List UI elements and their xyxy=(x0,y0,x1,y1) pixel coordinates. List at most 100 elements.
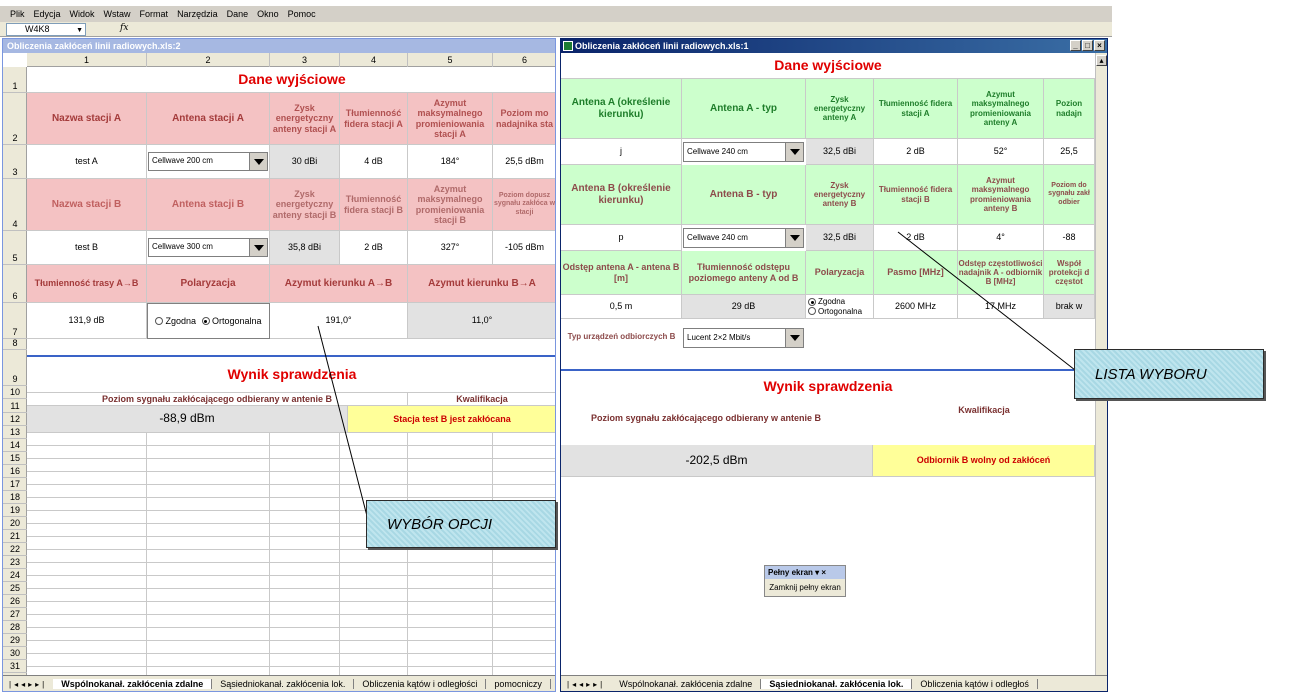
empty-cell[interactable] xyxy=(147,446,270,459)
empty-cell[interactable] xyxy=(408,550,493,563)
station-a-name[interactable]: test A xyxy=(27,145,147,179)
empty-cell[interactable] xyxy=(27,563,147,576)
empty-cell[interactable] xyxy=(147,537,270,550)
empty-cell[interactable] xyxy=(408,563,493,576)
sheet-tab[interactable]: Obliczenia kątów i odległoś xyxy=(912,679,1038,689)
empty-cell[interactable] xyxy=(493,563,555,576)
empty-cell[interactable] xyxy=(340,485,408,498)
empty-cell[interactable] xyxy=(408,667,493,675)
empty-cell[interactable] xyxy=(408,446,493,459)
column-header[interactable]: 5 xyxy=(408,53,493,67)
chevron-down-icon[interactable] xyxy=(785,229,803,247)
empty-cell[interactable] xyxy=(27,589,147,602)
sheet-tab[interactable]: Wspólnokanał. zakłócenia zdalne xyxy=(611,679,762,689)
row-header[interactable]: 4 xyxy=(3,179,27,231)
empty-cell[interactable] xyxy=(340,576,408,589)
left-window-title[interactable]: Obliczenia zakłóceń linii radiowych.xls:… xyxy=(3,39,555,53)
radio-zgodna[interactable] xyxy=(155,317,164,325)
scroll-up-icon[interactable]: ▴ xyxy=(1096,55,1107,66)
row-header[interactable]: 9 xyxy=(3,350,27,386)
radio-ortogonalna[interactable] xyxy=(808,307,816,316)
row-header[interactable]: 7 xyxy=(3,303,27,339)
empty-cell[interactable] xyxy=(27,498,147,511)
row-header[interactable]: 18 xyxy=(3,491,27,504)
empty-cell[interactable] xyxy=(270,472,340,485)
right-window-title[interactable]: Obliczenia zakłóceń linii radiowych.xls:… xyxy=(561,39,1107,53)
antenna-b-type-select[interactable]: Cellwave 240 cm xyxy=(683,228,804,248)
empty-cell[interactable] xyxy=(493,628,555,641)
empty-cell[interactable] xyxy=(147,472,270,485)
distance[interactable]: 0,5 m xyxy=(561,295,682,319)
empty-cell[interactable] xyxy=(27,615,147,628)
sheet-tab[interactable]: pomocniczy xyxy=(486,679,551,689)
empty-cell[interactable] xyxy=(147,459,270,472)
empty-cell[interactable] xyxy=(27,524,147,537)
empty-cell[interactable] xyxy=(408,628,493,641)
empty-cell[interactable] xyxy=(27,511,147,524)
tab-nav-arrows[interactable]: |◂◂▸▸| xyxy=(561,680,611,689)
tab-nav-arrows[interactable]: |◂◂▸▸| xyxy=(3,680,53,689)
empty-cell[interactable] xyxy=(340,628,408,641)
empty-cell[interactable] xyxy=(270,667,340,675)
row-header[interactable]: 19 xyxy=(3,504,27,517)
empty-cell[interactable] xyxy=(340,654,408,667)
empty-cell[interactable] xyxy=(340,550,408,563)
menu-item-1[interactable]: Edycja xyxy=(34,9,61,19)
empty-cell[interactable] xyxy=(340,589,408,602)
empty-cell[interactable] xyxy=(270,550,340,563)
empty-cell[interactable] xyxy=(493,615,555,628)
sheet-tab[interactable]: Sąsiedniokanał. zakłócenia lok. xyxy=(761,679,913,689)
row-header[interactable]: 14 xyxy=(3,439,27,452)
empty-cell[interactable] xyxy=(408,602,493,615)
empty-cell[interactable] xyxy=(270,511,340,524)
row-header[interactable]: 15 xyxy=(3,452,27,465)
row-header[interactable]: 16 xyxy=(3,465,27,478)
column-header[interactable]: 1 xyxy=(27,53,147,67)
function-icon[interactable]: fx xyxy=(120,23,128,33)
chevron-down-icon[interactable] xyxy=(249,153,267,170)
row-header[interactable]: 24 xyxy=(3,569,27,582)
row-header[interactable]: 23 xyxy=(3,556,27,569)
row-header[interactable]: 13 xyxy=(3,426,27,439)
row-header[interactable]: 29 xyxy=(3,634,27,647)
empty-cell[interactable] xyxy=(270,433,340,446)
row-header[interactable]: 17 xyxy=(3,478,27,491)
row-header[interactable]: 27 xyxy=(3,608,27,621)
radio-ortogonalna[interactable] xyxy=(201,317,210,325)
empty-cell[interactable] xyxy=(340,472,408,485)
antenna-a-dir[interactable]: j xyxy=(561,139,682,165)
empty-cell[interactable] xyxy=(270,654,340,667)
empty-cell[interactable] xyxy=(147,654,270,667)
empty-cell[interactable] xyxy=(147,641,270,654)
row-header[interactable]: 22 xyxy=(3,543,27,556)
menu-item-6[interactable]: Dane xyxy=(227,9,249,19)
empty-cell[interactable] xyxy=(147,628,270,641)
row-header[interactable]: 26 xyxy=(3,595,27,608)
menu-item-4[interactable]: Format xyxy=(140,9,169,19)
station-b-name[interactable]: test B xyxy=(27,231,147,265)
chevron-down-icon[interactable] xyxy=(785,143,803,161)
empty-cell[interactable] xyxy=(270,498,340,511)
empty-cell[interactable] xyxy=(27,485,147,498)
chevron-down-icon[interactable] xyxy=(785,329,803,347)
close-fullscreen-button[interactable]: Zamknij pełny ekran xyxy=(765,579,845,596)
empty-cell[interactable] xyxy=(493,602,555,615)
row-header[interactable]: 30 xyxy=(3,647,27,660)
column-header[interactable]: 6 xyxy=(493,53,555,67)
column-header[interactable]: 3 xyxy=(270,53,340,67)
empty-cell[interactable] xyxy=(270,615,340,628)
menu-item-8[interactable]: Pomoc xyxy=(288,9,316,19)
empty-cell[interactable] xyxy=(270,563,340,576)
empty-cell[interactable] xyxy=(493,589,555,602)
dropdown-close-icon[interactable]: ▾ × xyxy=(815,568,826,577)
menu-item-2[interactable]: Widok xyxy=(70,9,95,19)
empty-cell[interactable] xyxy=(493,667,555,675)
empty-cell[interactable] xyxy=(147,485,270,498)
empty-cell[interactable] xyxy=(340,641,408,654)
empty-cell[interactable] xyxy=(340,667,408,675)
empty-cell[interactable] xyxy=(408,485,493,498)
row-header[interactable]: 2 xyxy=(3,93,27,145)
empty-cell[interactable] xyxy=(147,524,270,537)
column-header[interactable]: 4 xyxy=(340,53,408,67)
row-header[interactable]: 6 xyxy=(3,265,27,303)
